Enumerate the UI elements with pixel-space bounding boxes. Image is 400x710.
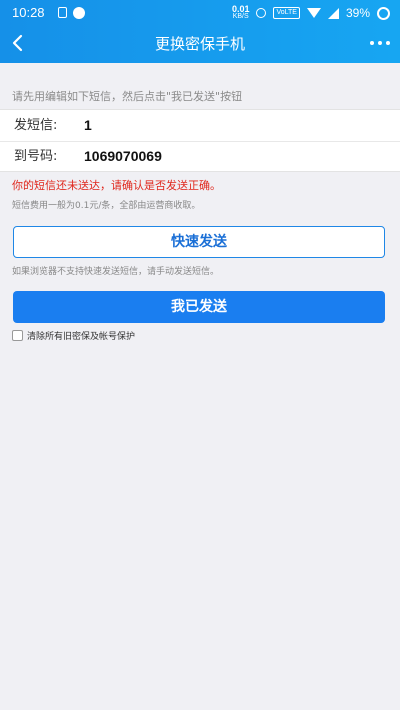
status-bar: 10:28 0.01 KB/S VoLTE 39%	[0, 0, 400, 26]
sms-content-value: 1	[84, 117, 92, 133]
clear-protection-label: 清除所有旧密保及帐号保护	[27, 331, 136, 342]
more-dot-icon	[378, 41, 382, 45]
more-dot-icon	[370, 41, 374, 45]
quick-send-button[interactable]: 快速发送	[13, 226, 385, 258]
notification-icon	[73, 7, 85, 19]
status-time: 10:28	[12, 5, 45, 20]
wifi-icon	[306, 8, 321, 18]
net-speed-value: 0.01	[231, 4, 250, 14]
sms-number-label: 到号码:	[14, 149, 58, 164]
fee-note: 短信费用一般为0.1元/条，全部由运营商收取。	[12, 201, 201, 211]
sim-card-icon	[58, 7, 67, 18]
clear-protection-checkbox[interactable]	[12, 329, 23, 341]
nav-bar: 更换密保手机	[0, 26, 400, 63]
sms-content-label: 发短信:	[14, 118, 58, 133]
sms-number-row: 到号码: 1069070069	[0, 141, 400, 172]
confirm-sent-button[interactable]: 我已发送	[13, 291, 385, 323]
more-menu-button[interactable]	[370, 41, 390, 45]
net-speed-unit: KB/S	[232, 13, 249, 20]
net-speed: 0.01 KB/S	[232, 5, 250, 21]
browser-hint: 如果浏览器不支持快速发送短信，请手动发送短信。	[12, 267, 220, 277]
sms-content-row: 发短信: 1	[0, 110, 400, 142]
battery-percent: 39%	[345, 6, 370, 20]
warning-text: 你的短信还未送达，请确认是否发送正确。	[12, 179, 221, 192]
page-title: 更换密保手机	[154, 35, 245, 53]
sms-details-card: 发短信: 1 到号码: 1069070069	[0, 109, 400, 172]
battery-icon	[377, 6, 390, 20]
alarm-icon	[256, 8, 267, 18]
status-left-icons	[58, 7, 85, 19]
instruction-text: 请先用编辑如下短信，然后点击"我已发送"按钮	[12, 90, 243, 103]
signal-icon	[327, 7, 339, 19]
status-right-icons: 0.01 KB/S VoLTE 39%	[232, 0, 390, 26]
app-header: 10:28 0.01 KB/S VoLTE 39% 更换密保手机	[0, 0, 400, 63]
sms-number-value: 1069070069	[84, 148, 162, 164]
volte-badge: VoLTE	[273, 7, 300, 19]
clear-protection-option[interactable]: 清除所有旧密保及帐号保护	[12, 328, 135, 342]
more-dot-icon	[386, 41, 390, 45]
